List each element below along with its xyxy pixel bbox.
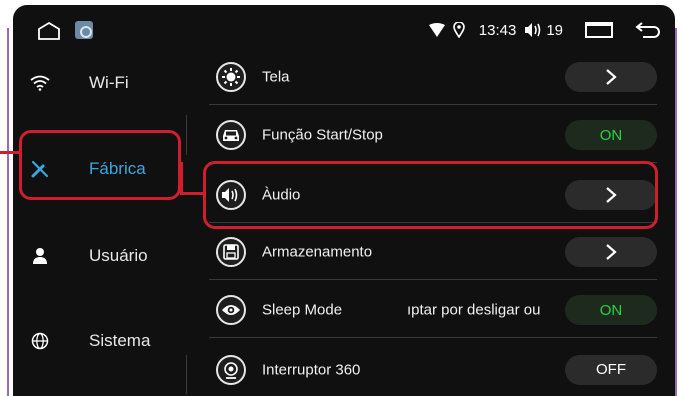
sidebar-item-label: Wi-Fi [89,73,129,92]
callout-line [180,192,204,195]
sleep-mode-toggle[interactable]: ON [565,295,657,325]
eye-icon [216,295,246,325]
start-stop-toggle[interactable]: ON [565,120,657,150]
volume-indicator[interactable]: 19 [524,22,563,39]
sidebar-item-usuario[interactable]: Usuário [13,226,191,286]
camera-icon [216,354,246,385]
setting-label: Tela [262,68,290,86]
brightness-icon [216,62,246,92]
setting-label: Sleep Mode [262,301,343,319]
setting-row-interruptor-360[interactable]: Interruptor 360 OFF [209,342,657,396]
volume-icon [525,23,541,37]
volume-level: 19 [546,21,563,39]
armazenamento-arrow-button[interactable] [565,237,657,267]
back-icon[interactable] [635,21,661,39]
tela-arrow-button[interactable] [565,62,657,92]
wifi-signal-icon [428,23,445,37]
settings-sidebar: Wi-Fi Fábrica Usuário Sistema [13,50,191,396]
setting-description: ıptar por desligar ou [407,301,541,319]
setting-row-tela[interactable]: Tela [209,50,657,105]
user-icon [30,246,50,266]
setting-row-armazenamento[interactable]: Armazenamento [209,225,657,280]
setting-label: Armazenamento [262,243,373,261]
sidebar-divider [186,355,187,395]
highlight-box-audio [203,161,658,229]
status-bar: 13:43 19 [13,5,675,50]
wifi-icon [30,73,50,93]
callout-line [0,151,20,154]
home-icon[interactable] [37,22,61,40]
recent-apps-icon[interactable] [585,22,613,38]
frame-edge-right [675,28,677,396]
frame-edge-left [7,28,9,396]
location-icon [452,22,465,38]
sidebar-divider [186,115,187,155]
setting-label: Interruptor 360 [262,361,361,378]
callout-line [180,162,183,194]
sidebar-item-label: Usuário [89,246,148,265]
sidebar-item-sistema[interactable]: Sistema [13,311,191,371]
chevron-right-icon [606,244,617,260]
interruptor-360-toggle[interactable]: OFF [565,354,657,385]
setting-row-sleep-mode[interactable]: Sleep Mode ıptar por desligar ou ON [209,283,657,338]
sidebar-item-label: Sistema [89,331,151,350]
sidebar-item-wifi[interactable]: Wi-Fi [13,53,191,113]
status-indicators: 13:43 19 [428,19,661,41]
globe-icon [30,331,50,351]
clock-time: 13:43 [478,21,517,39]
chevron-right-icon [606,69,617,85]
setting-label: Função Start/Stop [262,126,383,144]
floppy-disk-icon [216,237,246,267]
app-thumbnail-icon[interactable] [75,21,93,39]
car-icon [216,120,246,150]
setting-row-start-stop[interactable]: Função Start/Stop ON [209,108,657,163]
highlight-box-fabrica [19,130,181,200]
